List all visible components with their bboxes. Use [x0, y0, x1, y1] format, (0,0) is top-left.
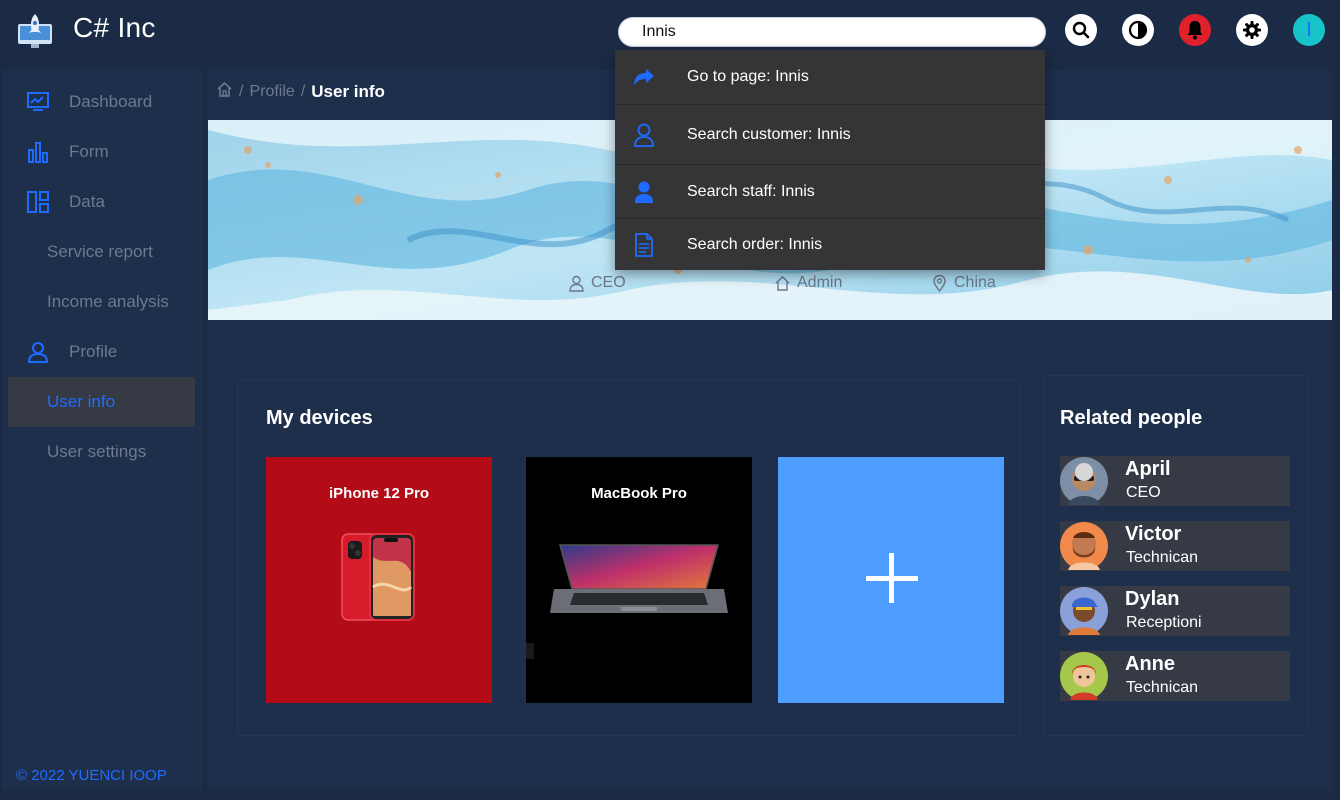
dropdown-item-label: Search order: Innis [687, 235, 823, 253]
theme-toggle-button[interactable] [1122, 14, 1154, 46]
person-role: Technican [1126, 679, 1199, 696]
device-tile-iphone[interactable]: iPhone 12 Pro [266, 457, 492, 703]
person-row-anne[interactable]: Anne Technican [1060, 651, 1290, 701]
sidebar-item-label: Profile [69, 342, 118, 361]
layout-icon [26, 190, 50, 214]
sidebar-item-profile[interactable]: Profile [8, 327, 195, 377]
sidebar-item-user-info[interactable]: User info [8, 377, 195, 427]
person-row-victor[interactable]: Victor Technican [1060, 521, 1290, 571]
dropdown-item-search-staff[interactable]: Search staff: Innis [615, 165, 1045, 219]
sidebar: Dashboard Form Data Service report Incom… [2, 70, 202, 790]
share-arrow-icon [630, 67, 658, 87]
person-name: Victor [1125, 523, 1182, 545]
sidebar-item-label: Service report [47, 242, 153, 261]
breadcrumb-profile[interactable]: Profile [249, 83, 294, 101]
sidebar-item-form[interactable]: Form [8, 127, 195, 177]
home-icon[interactable] [216, 81, 233, 102]
rocket-monitor-logo-icon [16, 12, 54, 50]
sidebar-item-label: Dashboard [69, 92, 153, 111]
breadcrumb-separator: / [239, 82, 244, 100]
gear-icon [1243, 21, 1261, 39]
banner-location: China [931, 274, 996, 292]
sidebar-item-service-report[interactable]: Service report [8, 227, 195, 277]
dropdown-item-label: Go to page: Innis [687, 68, 809, 85]
iphone-image [341, 533, 415, 621]
person-row-dylan[interactable]: Dylan Receptioni [1060, 586, 1290, 636]
sidebar-item-income-analysis[interactable]: Income analysis [8, 277, 195, 327]
location-pin-icon [933, 274, 946, 292]
devices-card: My devices iPhone 12 Pro MacBook Pro [237, 379, 1021, 736]
person-role: CEO [1126, 484, 1161, 501]
person-name: Dylan [1125, 588, 1180, 610]
person-name: April [1125, 458, 1171, 480]
macbook-image [526, 544, 728, 659]
sidebar-item-label: Data [69, 192, 105, 211]
search-suggestions-dropdown: Go to page: Innis Search customer: Innis… [615, 50, 1045, 270]
breadcrumb-current: User info [311, 81, 385, 101]
plus-icon [866, 553, 918, 603]
dropdown-item-label: Search customer: Innis [687, 125, 851, 143]
related-people-title: Related people [1060, 407, 1203, 429]
avatar [1060, 652, 1108, 700]
bar-chart-icon [26, 140, 50, 164]
person-name: Anne [1125, 653, 1175, 675]
sidebar-item-label: User info [47, 392, 116, 411]
search-box[interactable] [618, 17, 1046, 47]
avatar [1060, 522, 1108, 570]
user-avatar-button[interactable]: I [1293, 14, 1325, 46]
footer-copyright: © 2022 YUENCI IOOP [16, 767, 167, 784]
user-outline-icon [630, 123, 658, 147]
banner-location-text: China [954, 274, 996, 291]
person-role: Receptioni [1126, 614, 1202, 631]
related-people-card: Related people April CEO Victor Technica… [1043, 375, 1308, 736]
user-outline-icon [569, 275, 584, 292]
banner-group-text: Admin [797, 274, 843, 291]
user-filled-icon [630, 180, 658, 204]
breadcrumb: / Profile / User info [216, 81, 385, 102]
dropdown-item-label: Search staff: Innis [687, 182, 815, 200]
home-icon [775, 275, 790, 291]
dropdown-item-search-order[interactable]: Search order: Innis [615, 219, 1045, 270]
search-input[interactable] [619, 18, 1045, 46]
document-icon [630, 232, 658, 257]
avatar-initial: I [1306, 18, 1312, 41]
sidebar-item-label: User settings [47, 442, 147, 461]
search-icon [1072, 21, 1090, 39]
search-button[interactable] [1065, 14, 1097, 46]
banner-role: CEO [568, 274, 626, 292]
person-row-april[interactable]: April CEO [1060, 456, 1290, 506]
device-tile-macbook[interactable]: MacBook Pro [526, 457, 752, 703]
sidebar-item-label: Form [69, 142, 109, 161]
settings-button[interactable] [1236, 14, 1268, 46]
sidebar-item-label: Income analysis [47, 292, 169, 311]
banner-role-text: CEO [591, 274, 626, 291]
add-device-button[interactable] [778, 457, 1004, 703]
dropdown-item-go-to-page[interactable]: Go to page: Innis [615, 50, 1045, 105]
contrast-icon [1128, 20, 1148, 40]
banner-group: Admin [774, 274, 842, 292]
app-title: C# Inc [73, 12, 156, 43]
devices-card-title: My devices [266, 407, 373, 429]
breadcrumb-separator: / [300, 82, 306, 100]
sidebar-item-dashboard[interactable]: Dashboard [8, 77, 195, 127]
sidebar-item-user-settings[interactable]: User settings [8, 427, 195, 477]
sidebar-item-data[interactable]: Data [8, 177, 195, 227]
dropdown-item-search-customer[interactable]: Search customer: Innis [615, 105, 1045, 165]
avatar [1060, 587, 1108, 635]
user-icon [26, 340, 50, 364]
monitor-chart-icon [26, 90, 50, 114]
bell-icon [1187, 21, 1203, 40]
notifications-button[interactable] [1179, 14, 1211, 46]
avatar [1060, 457, 1108, 505]
person-role: Technican [1126, 549, 1199, 566]
